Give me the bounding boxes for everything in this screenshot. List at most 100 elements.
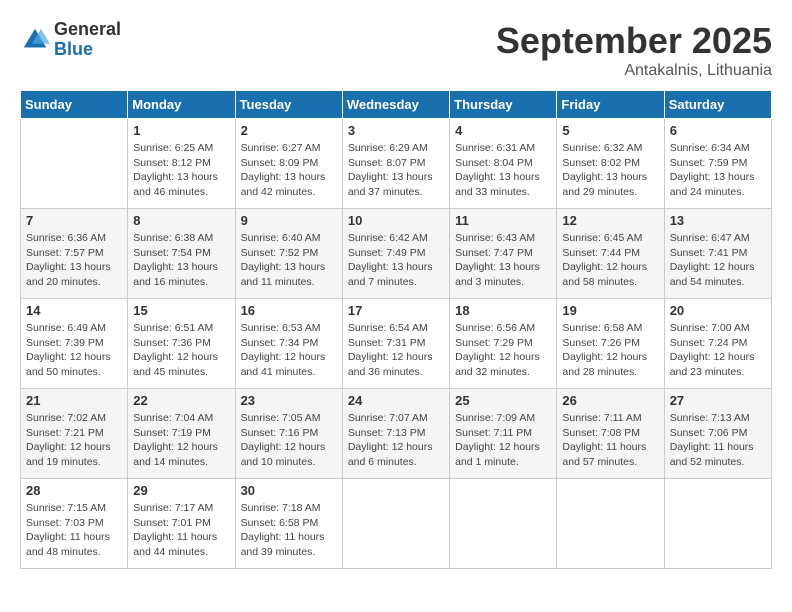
day-number: 25 bbox=[455, 393, 551, 408]
day-number: 17 bbox=[348, 303, 444, 318]
day-number: 15 bbox=[133, 303, 229, 318]
day-detail: Sunrise: 7:17 AMSunset: 7:01 PMDaylight:… bbox=[133, 501, 229, 560]
calendar-cell bbox=[21, 119, 128, 209]
day-detail: Sunrise: 7:18 AMSunset: 6:58 PMDaylight:… bbox=[241, 501, 337, 560]
day-detail: Sunrise: 6:49 AMSunset: 7:39 PMDaylight:… bbox=[26, 321, 122, 380]
day-number: 2 bbox=[241, 123, 337, 138]
logo-text: General Blue bbox=[54, 20, 121, 60]
day-number: 16 bbox=[241, 303, 337, 318]
day-detail: Sunrise: 6:53 AMSunset: 7:34 PMDaylight:… bbox=[241, 321, 337, 380]
day-detail: Sunrise: 7:00 AMSunset: 7:24 PMDaylight:… bbox=[670, 321, 766, 380]
day-number: 6 bbox=[670, 123, 766, 138]
weekday-header-tuesday: Tuesday bbox=[235, 91, 342, 119]
day-number: 28 bbox=[26, 483, 122, 498]
location: Antakalnis, Lithuania bbox=[496, 62, 772, 80]
calendar-cell: 6 Sunrise: 6:34 AMSunset: 7:59 PMDaylight… bbox=[664, 119, 771, 209]
day-detail: Sunrise: 6:36 AMSunset: 7:57 PMDaylight:… bbox=[26, 231, 122, 290]
day-detail: Sunrise: 6:27 AMSunset: 8:09 PMDaylight:… bbox=[241, 141, 337, 200]
calendar-cell: 22 Sunrise: 7:04 AMSunset: 7:19 PMDayligh… bbox=[128, 389, 235, 479]
day-detail: Sunrise: 6:42 AMSunset: 7:49 PMDaylight:… bbox=[348, 231, 444, 290]
calendar-week-row: 1 Sunrise: 6:25 AMSunset: 8:12 PMDaylight… bbox=[21, 119, 772, 209]
day-detail: Sunrise: 7:09 AMSunset: 7:11 PMDaylight:… bbox=[455, 411, 551, 470]
calendar-cell: 11 Sunrise: 6:43 AMSunset: 7:47 PMDayligh… bbox=[450, 209, 557, 299]
day-number: 24 bbox=[348, 393, 444, 408]
day-detail: Sunrise: 7:05 AMSunset: 7:16 PMDaylight:… bbox=[241, 411, 337, 470]
weekday-header-friday: Friday bbox=[557, 91, 664, 119]
day-detail: Sunrise: 6:31 AMSunset: 8:04 PMDaylight:… bbox=[455, 141, 551, 200]
day-number: 8 bbox=[133, 213, 229, 228]
weekday-header-thursday: Thursday bbox=[450, 91, 557, 119]
day-number: 22 bbox=[133, 393, 229, 408]
day-number: 30 bbox=[241, 483, 337, 498]
day-number: 7 bbox=[26, 213, 122, 228]
calendar-cell: 16 Sunrise: 6:53 AMSunset: 7:34 PMDayligh… bbox=[235, 299, 342, 389]
calendar-cell: 26Sunrise: 7:11 AMSunset: 7:08 PMDayligh… bbox=[557, 389, 664, 479]
calendar-table: SundayMondayTuesdayWednesdayThursdayFrid… bbox=[20, 90, 772, 569]
calendar-header-row: SundayMondayTuesdayWednesdayThursdayFrid… bbox=[21, 91, 772, 119]
day-detail: Sunrise: 6:34 AMSunset: 7:59 PMDaylight:… bbox=[670, 141, 766, 200]
calendar-cell: 29 Sunrise: 7:17 AMSunset: 7:01 PMDayligh… bbox=[128, 479, 235, 569]
calendar-cell: 15 Sunrise: 6:51 AMSunset: 7:36 PMDayligh… bbox=[128, 299, 235, 389]
weekday-header-saturday: Saturday bbox=[664, 91, 771, 119]
day-number: 1 bbox=[133, 123, 229, 138]
logo-general-label: General bbox=[54, 20, 121, 40]
calendar-cell: 1 Sunrise: 6:25 AMSunset: 8:12 PMDaylight… bbox=[128, 119, 235, 209]
day-detail: Sunrise: 7:02 AMSunset: 7:21 PMDaylight:… bbox=[26, 411, 122, 470]
day-detail: Sunrise: 6:40 AMSunset: 7:52 PMDaylight:… bbox=[241, 231, 337, 290]
calendar-cell: 23 Sunrise: 7:05 AMSunset: 7:16 PMDayligh… bbox=[235, 389, 342, 479]
calendar-cell bbox=[450, 479, 557, 569]
calendar-cell bbox=[664, 479, 771, 569]
calendar-cell: 3 Sunrise: 6:29 AMSunset: 8:07 PMDaylight… bbox=[342, 119, 449, 209]
logo-blue-label: Blue bbox=[54, 40, 121, 60]
calendar-cell: 30 Sunrise: 7:18 AMSunset: 6:58 PMDayligh… bbox=[235, 479, 342, 569]
day-detail: Sunrise: 6:56 AMSunset: 7:29 PMDaylight:… bbox=[455, 321, 551, 380]
day-detail: Sunrise: 6:51 AMSunset: 7:36 PMDaylight:… bbox=[133, 321, 229, 380]
calendar-cell: 27 Sunrise: 7:13 AMSunset: 7:06 PMDayligh… bbox=[664, 389, 771, 479]
calendar-cell: 13 Sunrise: 6:47 AMSunset: 7:41 PMDayligh… bbox=[664, 209, 771, 299]
day-number: 11 bbox=[455, 213, 551, 228]
day-detail: Sunrise: 6:43 AMSunset: 7:47 PMDaylight:… bbox=[455, 231, 551, 290]
day-number: 18 bbox=[455, 303, 551, 318]
calendar-cell: 8 Sunrise: 6:38 AMSunset: 7:54 PMDaylight… bbox=[128, 209, 235, 299]
month-title: September 2025 bbox=[496, 20, 772, 62]
day-number: 19 bbox=[562, 303, 658, 318]
calendar-cell: 12 Sunrise: 6:45 AMSunset: 7:44 PMDayligh… bbox=[557, 209, 664, 299]
calendar-cell: 9Sunrise: 6:40 AMSunset: 7:52 PMDaylight… bbox=[235, 209, 342, 299]
day-number: 29 bbox=[133, 483, 229, 498]
day-number: 14 bbox=[26, 303, 122, 318]
day-number: 13 bbox=[670, 213, 766, 228]
day-detail: Sunrise: 7:11 AMSunset: 7:08 PMDaylight:… bbox=[562, 411, 658, 470]
calendar-cell: 20Sunrise: 7:00 AMSunset: 7:24 PMDayligh… bbox=[664, 299, 771, 389]
header: General Blue September 2025 Antakalnis, … bbox=[20, 20, 772, 80]
day-number: 3 bbox=[348, 123, 444, 138]
day-number: 23 bbox=[241, 393, 337, 408]
calendar-cell: 7 Sunrise: 6:36 AMSunset: 7:57 PMDaylight… bbox=[21, 209, 128, 299]
calendar-cell: 19Sunrise: 6:58 AMSunset: 7:26 PMDayligh… bbox=[557, 299, 664, 389]
day-detail: Sunrise: 6:32 AMSunset: 8:02 PMDaylight:… bbox=[562, 141, 658, 200]
day-detail: Sunrise: 6:45 AMSunset: 7:44 PMDaylight:… bbox=[562, 231, 658, 290]
calendar-cell: 10 Sunrise: 6:42 AMSunset: 7:49 PMDayligh… bbox=[342, 209, 449, 299]
day-detail: Sunrise: 7:04 AMSunset: 7:19 PMDaylight:… bbox=[133, 411, 229, 470]
day-number: 10 bbox=[348, 213, 444, 228]
day-detail: Sunrise: 6:38 AMSunset: 7:54 PMDaylight:… bbox=[133, 231, 229, 290]
day-number: 12 bbox=[562, 213, 658, 228]
day-detail: Sunrise: 6:47 AMSunset: 7:41 PMDaylight:… bbox=[670, 231, 766, 290]
day-detail: Sunrise: 7:07 AMSunset: 7:13 PMDaylight:… bbox=[348, 411, 444, 470]
day-detail: Sunrise: 7:15 AMSunset: 7:03 PMDaylight:… bbox=[26, 501, 122, 560]
day-number: 27 bbox=[670, 393, 766, 408]
calendar-cell: 4 Sunrise: 6:31 AMSunset: 8:04 PMDaylight… bbox=[450, 119, 557, 209]
calendar-cell: 14 Sunrise: 6:49 AMSunset: 7:39 PMDayligh… bbox=[21, 299, 128, 389]
calendar-week-row: 28 Sunrise: 7:15 AMSunset: 7:03 PMDayligh… bbox=[21, 479, 772, 569]
calendar-cell: 25 Sunrise: 7:09 AMSunset: 7:11 PMDayligh… bbox=[450, 389, 557, 479]
logo: General Blue bbox=[20, 20, 121, 60]
day-number: 4 bbox=[455, 123, 551, 138]
day-detail: Sunrise: 7:13 AMSunset: 7:06 PMDaylight:… bbox=[670, 411, 766, 470]
calendar-week-row: 7 Sunrise: 6:36 AMSunset: 7:57 PMDaylight… bbox=[21, 209, 772, 299]
calendar-week-row: 21 Sunrise: 7:02 AMSunset: 7:21 PMDayligh… bbox=[21, 389, 772, 479]
calendar-cell bbox=[557, 479, 664, 569]
day-number: 21 bbox=[26, 393, 122, 408]
day-detail: Sunrise: 6:25 AMSunset: 8:12 PMDaylight:… bbox=[133, 141, 229, 200]
day-detail: Sunrise: 6:29 AMSunset: 8:07 PMDaylight:… bbox=[348, 141, 444, 200]
weekday-header-sunday: Sunday bbox=[21, 91, 128, 119]
calendar-cell: 2 Sunrise: 6:27 AMSunset: 8:09 PMDaylight… bbox=[235, 119, 342, 209]
